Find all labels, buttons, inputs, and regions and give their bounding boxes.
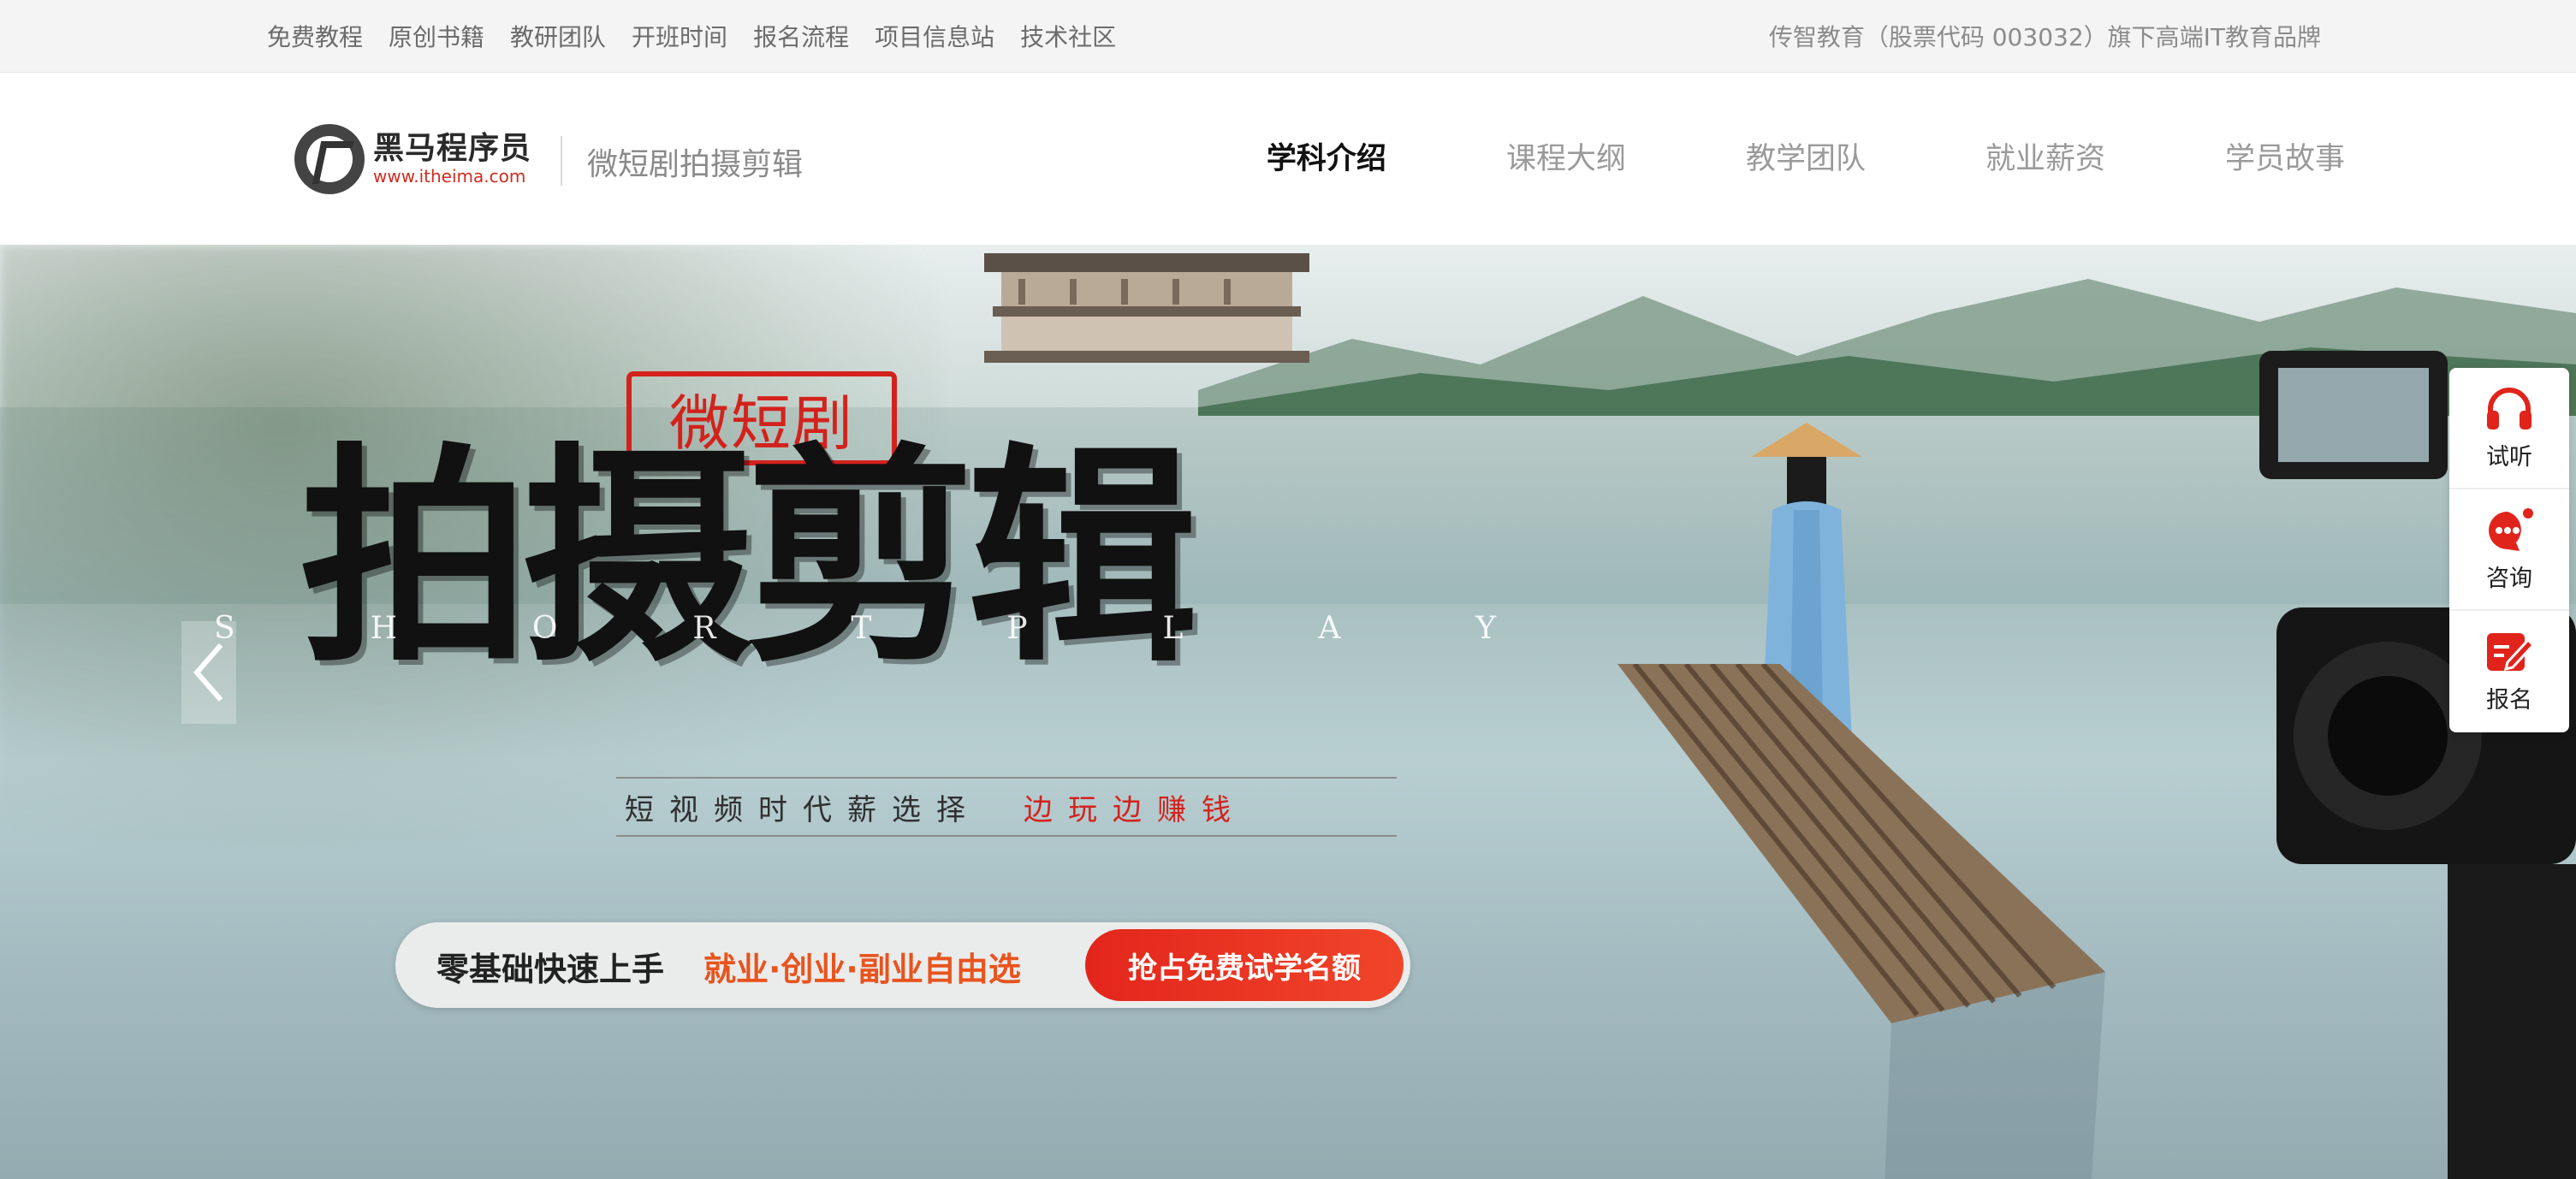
nav-subject-intro[interactable]: 学科介绍 bbox=[1267, 134, 1386, 178]
nav-employment-salary[interactable]: 就业薪资 bbox=[1985, 134, 2105, 178]
pill-text-career: 就业·创业·副业自由选 bbox=[703, 951, 1021, 988]
tagline-dark-text: 短视频时代薪选择 bbox=[625, 792, 981, 827]
headphones-icon bbox=[2487, 387, 2531, 430]
nav-teaching-team[interactable]: 教学团队 bbox=[1746, 134, 1866, 178]
chevron-left-icon bbox=[193, 643, 223, 702]
top-link-tech-community[interactable]: 技术社区 bbox=[1020, 19, 1116, 53]
top-link-research-team[interactable]: 教研团队 bbox=[510, 19, 606, 53]
logo-url: www.itheima.com bbox=[373, 166, 526, 187]
shortplay-letter: H bbox=[370, 611, 399, 646]
hero-tagline: 短视频时代薪选择 边玩边赚钱 bbox=[616, 777, 1397, 837]
signup-label: 报名 bbox=[2486, 686, 2532, 714]
floating-contact-panel: 试听 咨询 报名 bbox=[2449, 368, 2569, 732]
free-trial-button[interactable]: 抢占免费试学名额 bbox=[1085, 929, 1404, 1001]
pavilion-graphic bbox=[984, 253, 1309, 363]
top-link-original-books[interactable]: 原创书籍 bbox=[389, 19, 484, 53]
top-utility-bar: 免费教程 原创书籍 教研团队 开班时间 报名流程 项目信息站 技术社区 传智教育… bbox=[0, 0, 2576, 73]
top-link-free-tutorials[interactable]: 免费教程 bbox=[267, 19, 363, 53]
signup-button[interactable]: 报名 bbox=[2449, 609, 2569, 731]
shortplay-letters: S H O R T P L A Y bbox=[214, 611, 1498, 646]
horse-logo-icon bbox=[294, 124, 365, 194]
shortplay-letter: L bbox=[1162, 611, 1185, 646]
bamboo-raft-graphic bbox=[1617, 664, 2105, 1179]
trial-listen-button[interactable]: 试听 bbox=[2449, 368, 2569, 488]
site-logo[interactable]: 黑马程序员 www.itheima.com bbox=[294, 122, 534, 196]
brand-statement: 传智教育（股票代码 003032）旗下高端IT教育品牌 bbox=[1768, 23, 2321, 51]
pill-text-beginner: 零基础快速上手 bbox=[436, 951, 665, 988]
consult-label: 咨询 bbox=[2486, 565, 2532, 592]
shortplay-letter: A bbox=[1318, 611, 1343, 646]
consult-button[interactable]: 咨询 bbox=[2449, 488, 2569, 609]
shortplay-letter: Y bbox=[1475, 611, 1498, 646]
header-divider bbox=[561, 136, 562, 186]
site-header: 黑马程序员 www.itheima.com 微短剧拍摄剪辑 学科介绍 课程大纲 … bbox=[0, 73, 2576, 244]
course-subtitle: 微短剧拍摄剪辑 bbox=[587, 147, 804, 182]
trial-listen-label: 试听 bbox=[2486, 443, 2532, 471]
chat-icon bbox=[2489, 507, 2533, 551]
tagline-red-text: 边玩边赚钱 bbox=[1024, 792, 1246, 827]
top-links: 免费教程 原创书籍 教研团队 开班时间 报名流程 项目信息站 技术社区 bbox=[267, 0, 1142, 72]
carousel-prev-button[interactable] bbox=[181, 621, 236, 724]
shortplay-letter: R bbox=[692, 611, 718, 646]
main-nav: 学科介绍 课程大纲 教学团队 就业薪资 学员故事 bbox=[1147, 134, 2345, 178]
top-link-project-info[interactable]: 项目信息站 bbox=[875, 19, 994, 53]
shortplay-letter: O bbox=[531, 611, 560, 646]
hero-banner: 微短剧 拍摄剪辑 S H O R T P L A Y 短视频时代薪选择 边玩边赚… bbox=[0, 245, 2576, 1179]
nav-student-stories[interactable]: 学员故事 bbox=[2225, 134, 2345, 178]
signup-edit-icon bbox=[2487, 632, 2535, 671]
top-link-enroll-process[interactable]: 报名流程 bbox=[753, 19, 849, 53]
shortplay-letter: P bbox=[1006, 611, 1030, 646]
top-link-class-schedule[interactable]: 开班时间 bbox=[632, 19, 727, 53]
nav-syllabus[interactable]: 课程大纲 bbox=[1506, 134, 1626, 178]
hero-cta-pill: 零基础快速上手 就业·创业·副业自由选 抢占免费试学名额 bbox=[395, 922, 1410, 1008]
shortplay-letter: T bbox=[851, 611, 874, 646]
logo-name: 黑马程序员 bbox=[373, 130, 532, 166]
